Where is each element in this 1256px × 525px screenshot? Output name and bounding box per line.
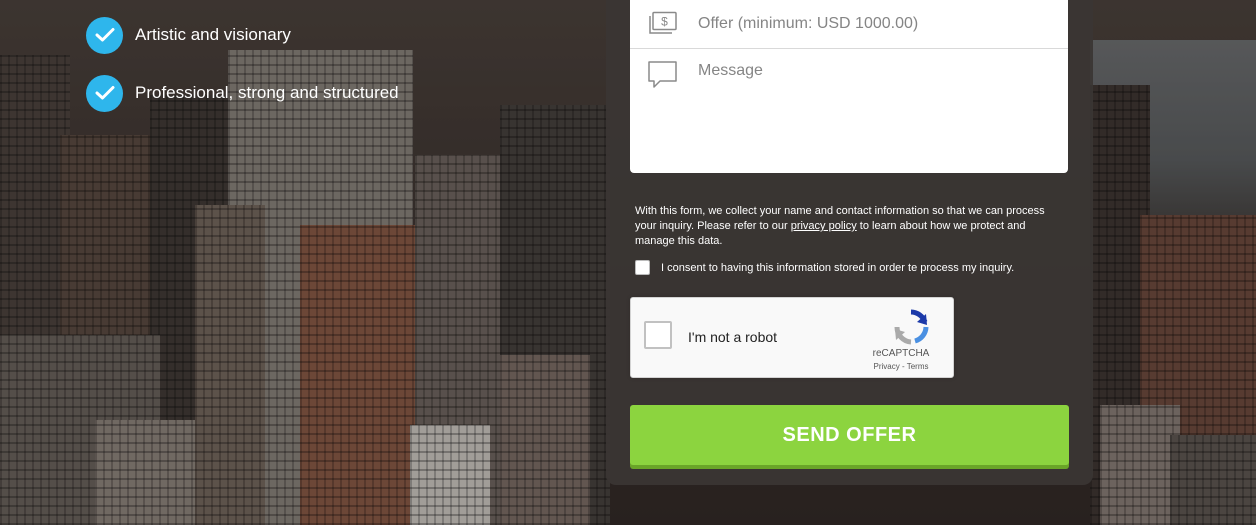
feature-item: Professional, strong and structured: [86, 74, 399, 112]
recaptcha-links[interactable]: Privacy - Terms: [861, 362, 941, 371]
feature-checklist: Artistic and visionary Professional, str…: [86, 16, 399, 132]
message-icon: [647, 60, 679, 95]
check-circle-icon: [86, 74, 123, 112]
privacy-notice: With this form, we collect your name and…: [635, 204, 1055, 249]
consent-checkbox[interactable]: [635, 260, 650, 275]
check-circle-icon: [86, 16, 123, 54]
offer-form-panel: $ With this form, we collect your name a…: [606, 0, 1093, 485]
consent-label: I consent to having this information sto…: [661, 261, 1015, 274]
send-offer-button[interactable]: SEND OFFER: [630, 405, 1069, 465]
feature-item: Artistic and visionary: [86, 16, 399, 54]
form-fields: $: [630, 0, 1068, 173]
offer-input[interactable]: [698, 13, 1048, 35]
svg-text:$: $: [661, 15, 668, 29]
consent-row: I consent to having this information sto…: [635, 260, 1014, 275]
money-icon: $: [647, 11, 679, 42]
recaptcha-brand: reCAPTCHA: [872, 348, 930, 359]
feature-label: Professional, strong and structured: [135, 83, 399, 102]
recaptcha-checkbox[interactable]: [644, 321, 672, 349]
offer-field-row: $: [630, 0, 1068, 49]
privacy-policy-link[interactable]: privacy policy: [791, 220, 857, 232]
feature-label: Artistic and visionary: [135, 25, 291, 44]
recaptcha-widget: I'm not a robot reCAPTCHA Privacy - Term…: [630, 297, 954, 378]
recaptcha-logo-icon: [893, 309, 929, 350]
message-input[interactable]: [698, 62, 1048, 162]
recaptcha-label: I'm not a robot: [688, 329, 778, 345]
